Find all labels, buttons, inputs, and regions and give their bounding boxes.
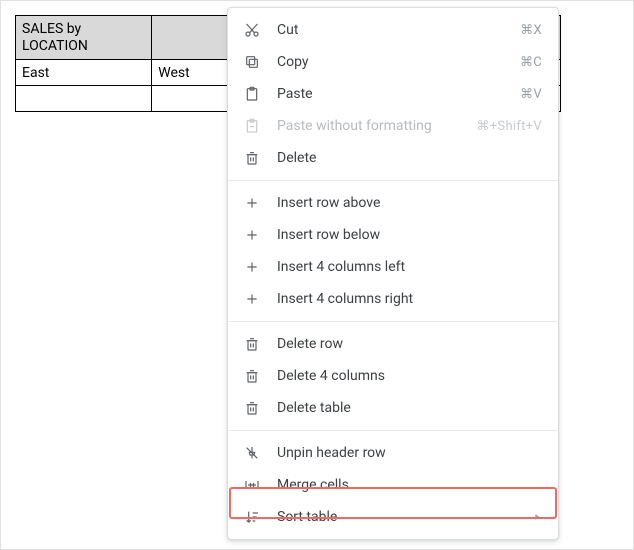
menu-item-label: Delete 4 columns [277, 368, 542, 384]
menu-item-copy[interactable]: Copy ⌘C [228, 46, 558, 78]
copy-icon [242, 52, 262, 72]
trash-icon [242, 148, 262, 168]
plus-icon [242, 193, 262, 213]
menu-separator [228, 430, 558, 431]
menu-item-label: Paste [277, 86, 520, 102]
paste-no-format-icon [242, 116, 262, 136]
cell-east[interactable]: East [16, 60, 152, 86]
menu-item-label: Unpin header row [277, 445, 542, 461]
menu-item-delete-table[interactable]: Delete table [228, 392, 558, 424]
menu-item-insert-columns-left[interactable]: Insert 4 columns left [228, 251, 558, 283]
menu-item-label: Merge cells [277, 477, 542, 493]
menu-item-delete-columns[interactable]: Delete 4 columns [228, 360, 558, 392]
menu-item-label: Delete [277, 150, 542, 166]
menu-item-label: Delete table [277, 400, 542, 416]
menu-item-label: Sort table [277, 509, 532, 525]
menu-item-shortcut: ⌘V [520, 87, 542, 102]
plus-icon [242, 225, 262, 245]
menu-item-label: Insert 4 columns right [277, 291, 542, 307]
menu-item-cut[interactable]: Cut ⌘X [228, 14, 558, 46]
menu-item-merge-cells[interactable]: Merge cells [228, 469, 558, 501]
header-label: SALES by LOCATION [22, 21, 145, 55]
trash-icon [242, 366, 262, 386]
trash-icon [242, 334, 262, 354]
menu-separator [228, 321, 558, 322]
menu-item-delete[interactable]: Delete [228, 142, 558, 174]
menu-item-insert-row-above[interactable]: Insert row above [228, 187, 558, 219]
paste-icon [242, 84, 262, 104]
trash-icon [242, 398, 262, 418]
menu-item-label: Insert 4 columns left [277, 259, 542, 275]
menu-item-label: Delete row [277, 336, 542, 352]
menu-item-sort-table[interactable]: Sort table [228, 501, 558, 533]
merge-cells-icon [242, 475, 262, 495]
menu-item-insert-row-below[interactable]: Insert row below [228, 219, 558, 251]
menu-item-label: Insert row above [277, 195, 542, 211]
menu-separator [228, 180, 558, 181]
plus-icon [242, 257, 262, 277]
menu-item-shortcut: ⌘C [520, 55, 542, 70]
unpin-icon [242, 443, 262, 463]
menu-item-delete-row[interactable]: Delete row [228, 328, 558, 360]
menu-item-paste-without-formatting: Paste without formatting ⌘+Shift+V [228, 110, 558, 142]
menu-item-label: Copy [277, 54, 520, 70]
menu-item-shortcut: ⌘X [520, 23, 542, 38]
cut-icon [242, 20, 262, 40]
menu-item-label: Insert row below [277, 227, 542, 243]
cell[interactable] [16, 86, 152, 112]
menu-item-shortcut: ⌘+Shift+V [476, 119, 542, 134]
menu-item-unpin-header-row[interactable]: Unpin header row [228, 437, 558, 469]
context-menu: Cut ⌘X Copy ⌘C Paste ⌘V Paste without fo… [227, 7, 559, 540]
plus-icon [242, 289, 262, 309]
menu-item-label: Paste without formatting [277, 118, 476, 134]
menu-item-insert-columns-right[interactable]: Insert 4 columns right [228, 283, 558, 315]
header-cell-sales-by-location[interactable]: SALES by LOCATION [16, 16, 152, 60]
sort-icon [242, 507, 262, 527]
menu-item-label: Cut [277, 22, 520, 38]
menu-item-paste[interactable]: Paste ⌘V [228, 78, 558, 110]
submenu-arrow-icon [532, 512, 542, 522]
